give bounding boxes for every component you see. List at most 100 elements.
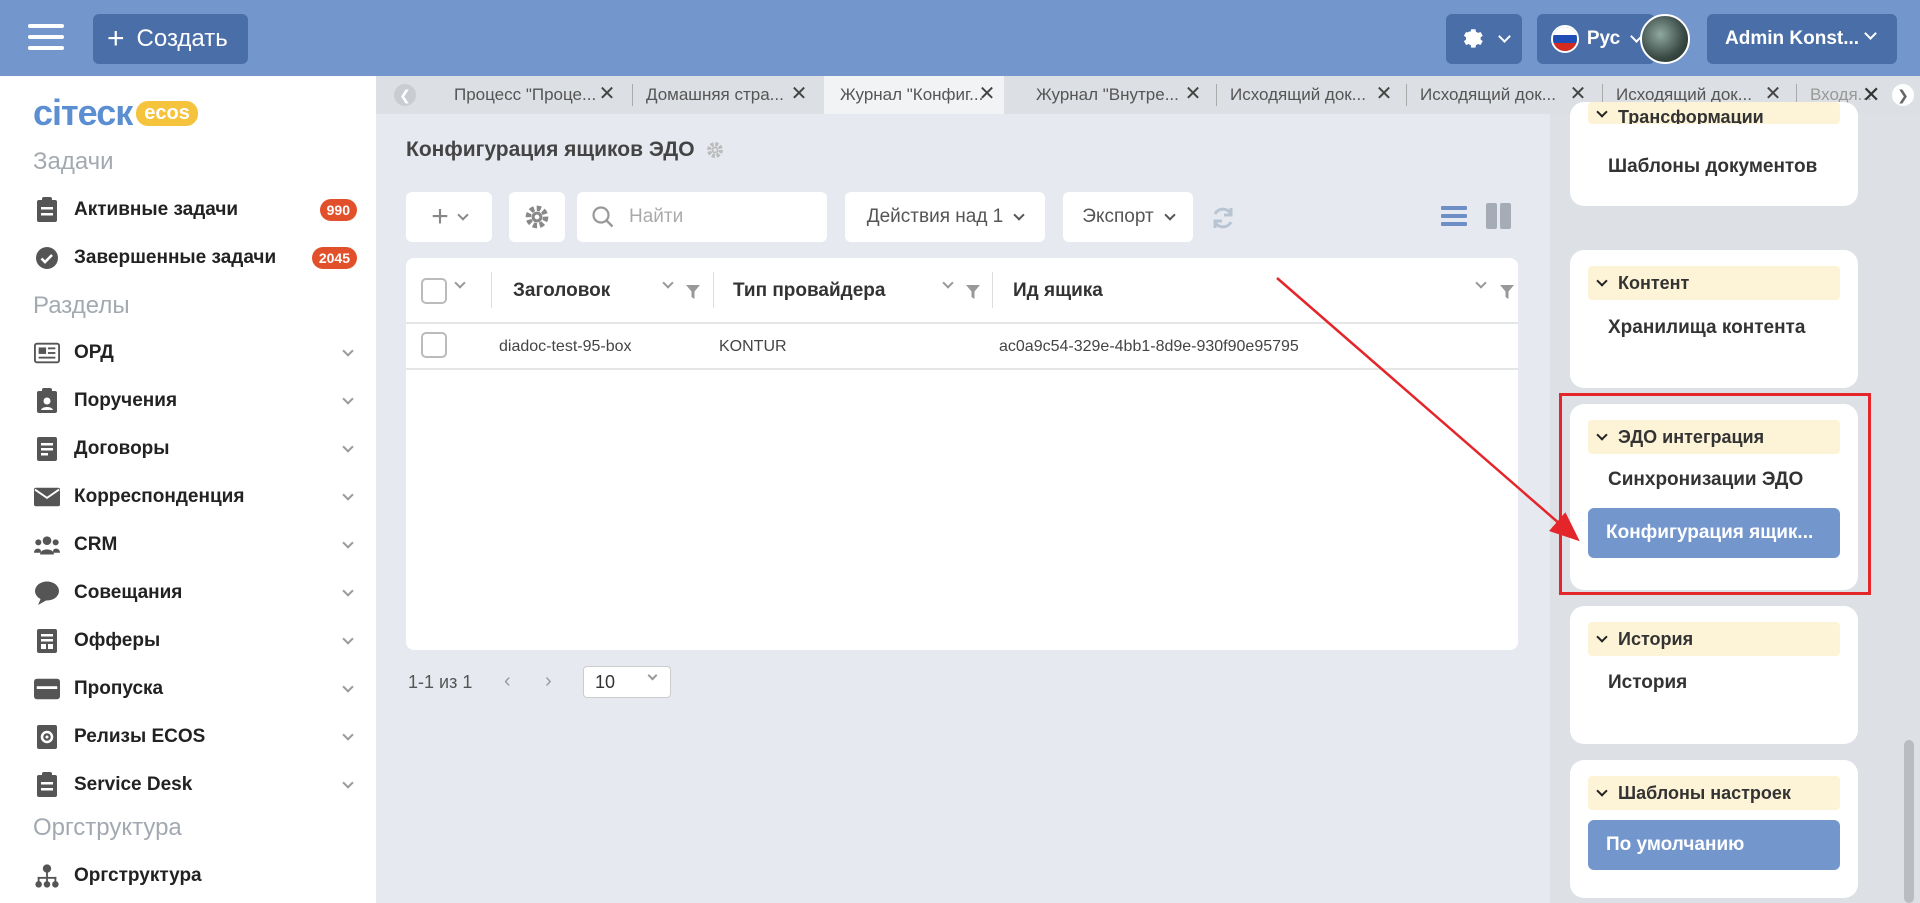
prev-page-button[interactable]: ‹ (504, 670, 511, 693)
sidebar-item-active-tasks[interactable]: Активные задачи 990 (0, 190, 376, 230)
export-button[interactable]: Экспорт (1063, 192, 1193, 242)
menu-link-history[interactable]: История (1608, 672, 1687, 694)
tab-label: Журнал "Конфиг... (840, 85, 984, 104)
count-badge: 2045 (311, 247, 357, 269)
close-icon[interactable]: ✕ (1862, 82, 1880, 108)
sidebar-item-contracts[interactable]: Договоры (0, 429, 376, 469)
user-menu-button[interactable]: Admin Konst... (1707, 14, 1897, 64)
card-header-label: История (1618, 628, 1694, 649)
gear-icon (1463, 29, 1483, 48)
page-size-select[interactable]: 10 (583, 666, 671, 698)
chevron-down-icon (342, 776, 354, 789)
pass-card-icon (34, 676, 60, 702)
sidebar-item-passes[interactable]: Пропуска (0, 669, 376, 709)
card-header[interactable]: Трансформации (1588, 102, 1840, 124)
close-icon[interactable]: ✕ (978, 84, 996, 104)
tab-config-journal[interactable]: Журнал "Конфиг... ✕ (824, 76, 1004, 114)
menu-link-document-templates[interactable]: Шаблоны документов (1608, 156, 1817, 178)
card-header-label: Контент (1618, 272, 1690, 293)
column-header-title[interactable]: Заголовок (513, 280, 610, 302)
card-header[interactable]: История (1588, 622, 1840, 656)
sidebar-item-label: CRM (74, 534, 118, 555)
sidebar-item-offers[interactable]: Офферы (0, 621, 376, 661)
row-checkbox[interactable] (421, 332, 447, 358)
cell-title: diadoc-test-95-box (499, 338, 632, 355)
sidebar-item-label: Релизы ECOS (74, 726, 206, 747)
chevron-down-icon (342, 488, 354, 501)
split-view-icon[interactable] (1486, 203, 1512, 229)
tabs-scroll-left-button[interactable]: ❮ (394, 84, 416, 106)
chevron-down-icon[interactable] (454, 277, 466, 289)
refresh-icon[interactable] (1209, 204, 1237, 232)
chevron-down-icon[interactable] (1475, 277, 1487, 289)
chevron-down-icon (1864, 27, 1877, 40)
tab-internal-journal[interactable]: Журнал "Внутре... ✕ (1036, 76, 1202, 114)
journal-settings-button[interactable] (509, 192, 565, 242)
sidebar-item-assignments[interactable]: Поручения (0, 381, 376, 421)
settings-button[interactable] (1446, 14, 1522, 64)
sidebar-item-service-desk[interactable]: Service Desk (0, 765, 376, 805)
chevron-down-icon[interactable] (662, 277, 674, 289)
page-title: Конфигурация ящиков ЭДО (406, 138, 725, 162)
menu-icon[interactable] (28, 24, 64, 54)
logo[interactable]: ciтеск ecos (33, 92, 198, 133)
menu-link-content-storages[interactable]: Хранилища контента (1608, 317, 1805, 339)
bulk-actions-button[interactable]: Действия над 1 (845, 192, 1045, 242)
sidebar-item-meetings[interactable]: Совещания (0, 573, 376, 613)
avatar[interactable] (1640, 14, 1690, 64)
logo-text: ciтеск (33, 92, 133, 133)
sidebar-item-label: Service Desk (74, 774, 193, 795)
top-bar: + Создать Рус Admin Konst... (0, 0, 1920, 76)
chevron-down-icon (1596, 274, 1608, 287)
chevron-down-icon (1164, 208, 1176, 221)
cell-provider-type: KONTUR (719, 338, 787, 355)
search-input[interactable] (629, 206, 809, 228)
document-icon (34, 628, 60, 654)
gear-icon[interactable] (705, 140, 725, 160)
tab-outgoing-2[interactable]: Исходящий док... ✕ (1420, 76, 1587, 114)
scrollbar[interactable] (1904, 740, 1914, 903)
column-header-provider-type[interactable]: Тип провайдера (733, 280, 885, 302)
tabs-scroll-right-button[interactable]: ❯ (1892, 84, 1914, 106)
filter-icon[interactable] (966, 285, 980, 299)
chat-bubble-icon (34, 580, 60, 606)
chevron-down-icon[interactable] (942, 277, 954, 289)
sidebar-item-ecos-releases[interactable]: Релизы ECOS (0, 717, 376, 757)
sidebar-item-completed-tasks[interactable]: Завершенные задачи 2045 (0, 238, 376, 278)
menu-link-default-active[interactable]: По умолчанию (1588, 820, 1840, 870)
create-button[interactable]: + Создать (93, 14, 248, 64)
language-button[interactable]: Рус (1537, 14, 1655, 64)
users-icon (34, 532, 60, 558)
sidebar-item-orgstructure[interactable]: Оргструктура (0, 856, 376, 896)
close-icon[interactable]: ✕ (790, 84, 808, 104)
select-all-checkbox[interactable] (421, 278, 447, 304)
filter-icon[interactable] (686, 285, 700, 299)
close-icon[interactable]: ✕ (598, 84, 616, 104)
tab-home[interactable]: Домашняя стра... ✕ (646, 76, 808, 114)
close-icon[interactable]: ✕ (1569, 84, 1587, 104)
card-header-label: Шаблоны настроек (1618, 782, 1791, 803)
next-page-button[interactable]: › (545, 670, 552, 693)
sidebar-item-correspondence[interactable]: Корреспонденция (0, 477, 376, 517)
card-header[interactable]: Контент (1588, 266, 1840, 300)
column-separator (491, 272, 492, 308)
card-header[interactable]: Шаблоны настроек (1588, 776, 1840, 810)
tab-label: Исходящий док... (1230, 85, 1366, 104)
bulk-actions-label: Действия над 1 (866, 206, 1004, 227)
cell-box-id: ac0a9c54-329e-4bb1-8d9e-930f90e95795 (999, 338, 1299, 355)
sidebar-item-ord[interactable]: ОРД (0, 333, 376, 373)
sidebar-item-crm[interactable]: CRM (0, 525, 376, 565)
close-icon[interactable]: ✕ (1375, 84, 1393, 104)
tab-outgoing-1[interactable]: Исходящий док... ✕ (1230, 76, 1393, 114)
list-view-icon[interactable] (1441, 203, 1467, 229)
add-record-button[interactable]: + (406, 192, 492, 242)
tab-process[interactable]: Процесс "Проце... ✕ (454, 76, 616, 114)
menu-card-history: История История (1570, 606, 1858, 744)
column-header-box-id[interactable]: Ид ящика (1013, 280, 1103, 302)
close-icon[interactable]: ✕ (1764, 84, 1782, 104)
close-icon[interactable]: ✕ (1184, 84, 1202, 104)
chevron-down-icon (342, 392, 354, 405)
table-row[interactable]: diadoc-test-95-box KONTUR ac0a9c54-329e-… (406, 324, 1518, 370)
filter-icon[interactable] (1500, 285, 1514, 299)
search-box[interactable] (577, 192, 827, 242)
